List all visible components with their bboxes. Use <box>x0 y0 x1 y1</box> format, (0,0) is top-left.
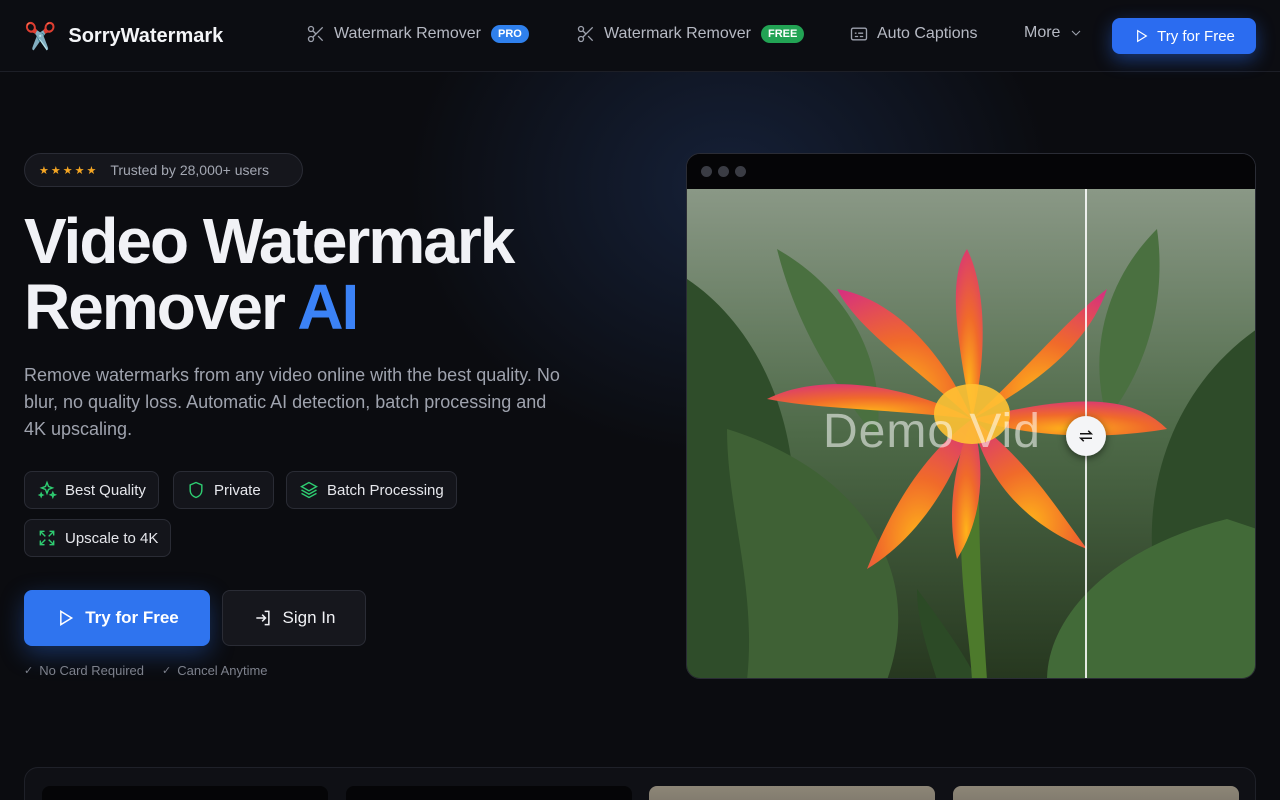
sparkles-icon <box>37 480 57 500</box>
flower-scene-image <box>687 189 1255 678</box>
captions-icon <box>850 27 868 41</box>
feature-best-quality: Best Quality <box>24 471 159 509</box>
trust-text: Trusted by 28,000+ users <box>110 162 269 178</box>
feature-private: Private <box>173 471 274 509</box>
scissors-icon <box>307 25 324 43</box>
note-cancel-anytime: ✓ Cancel Anytime <box>162 663 268 678</box>
expand-icon <box>39 530 55 546</box>
top-navbar: ✂️ SorryWatermark Watermark Remover PRO … <box>0 0 1280 72</box>
hero-try-for-free-button[interactable]: Try for Free <box>24 590 210 646</box>
layers-icon <box>300 481 318 499</box>
feature-label: Private <box>214 481 261 499</box>
feature-upscale-4k: Upscale to 4K <box>24 519 172 557</box>
demo-video-frame <box>687 189 1255 678</box>
nav-watermark-remover-free[interactable]: Watermark Remover FREE <box>576 24 805 44</box>
window-titlebar <box>687 154 1255 189</box>
check-icon: ✓ <box>24 665 34 677</box>
nav-item-label: More <box>1024 24 1061 41</box>
sample-video-thumbnail[interactable] <box>953 786 1239 800</box>
feature-label: Batch Processing <box>327 481 444 499</box>
feature-label: Best Quality <box>65 481 146 499</box>
free-badge: FREE <box>760 25 805 43</box>
sample-video-thumbnail[interactable] <box>346 786 632 800</box>
note-no-card: ✓ No Card Required <box>24 663 144 678</box>
swap-arrows-icon <box>1078 430 1094 442</box>
pro-badge: PRO <box>490 25 529 43</box>
hero-sign-in-button[interactable]: Sign In <box>222 590 366 646</box>
brand-logo[interactable]: ✂️ SorryWatermark <box>24 18 223 54</box>
note-label: No Card Required <box>39 663 144 678</box>
nav-cta-label: Try for Free <box>1157 27 1235 45</box>
hero-title: Video Watermark Remover AI <box>24 208 644 340</box>
play-icon <box>1137 29 1148 43</box>
nav-more-dropdown[interactable]: More <box>1024 24 1084 42</box>
sample-video-thumbnail[interactable] <box>649 786 935 800</box>
sample-video-thumbnail[interactable] <box>42 786 328 800</box>
scissors-icon <box>577 25 594 43</box>
hero-title-word: Remover <box>24 271 286 343</box>
nav-auto-captions[interactable]: Auto Captions <box>849 24 978 44</box>
nav-item-label: Auto Captions <box>877 25 978 42</box>
trust-badge: ★★★★★ Trusted by 28,000+ users <box>24 153 303 187</box>
feature-label: Upscale to 4K <box>65 529 159 547</box>
check-icon: ✓ <box>162 665 172 677</box>
chevron-down-icon <box>1072 30 1081 36</box>
hero-title-line1: Video Watermark <box>24 205 515 277</box>
hero-description: Remove watermarks from any video online … <box>24 365 560 439</box>
primary-cta-label: Try for Free <box>85 608 179 627</box>
compare-slider-handle[interactable] <box>1066 416 1106 456</box>
shield-icon <box>189 481 203 499</box>
rating-stars: ★★★★★ <box>39 164 99 177</box>
secondary-cta-label: Sign In <box>282 608 336 627</box>
nav-item-label: Watermark Remover <box>334 25 481 42</box>
window-dot <box>718 166 729 177</box>
sign-in-icon <box>255 610 270 626</box>
play-icon <box>60 609 74 627</box>
nav-try-for-free-button[interactable]: Try for Free <box>1112 18 1256 54</box>
feature-batch-processing: Batch Processing <box>286 471 457 509</box>
window-dot <box>735 166 746 177</box>
note-label: Cancel Anytime <box>177 663 268 678</box>
hero-title-line2: Remover AI <box>24 274 644 340</box>
nav-watermark-remover-pro[interactable]: Watermark Remover PRO <box>306 24 529 44</box>
hero-title-accent: AI <box>297 271 359 343</box>
window-dot <box>701 166 712 177</box>
demo-video-window: Demo Vid <box>686 153 1256 679</box>
brand-name: SorryWatermark <box>68 24 224 47</box>
scissors-logo-icon: ✂️ <box>24 21 57 51</box>
nav-item-label: Watermark Remover <box>604 25 751 42</box>
